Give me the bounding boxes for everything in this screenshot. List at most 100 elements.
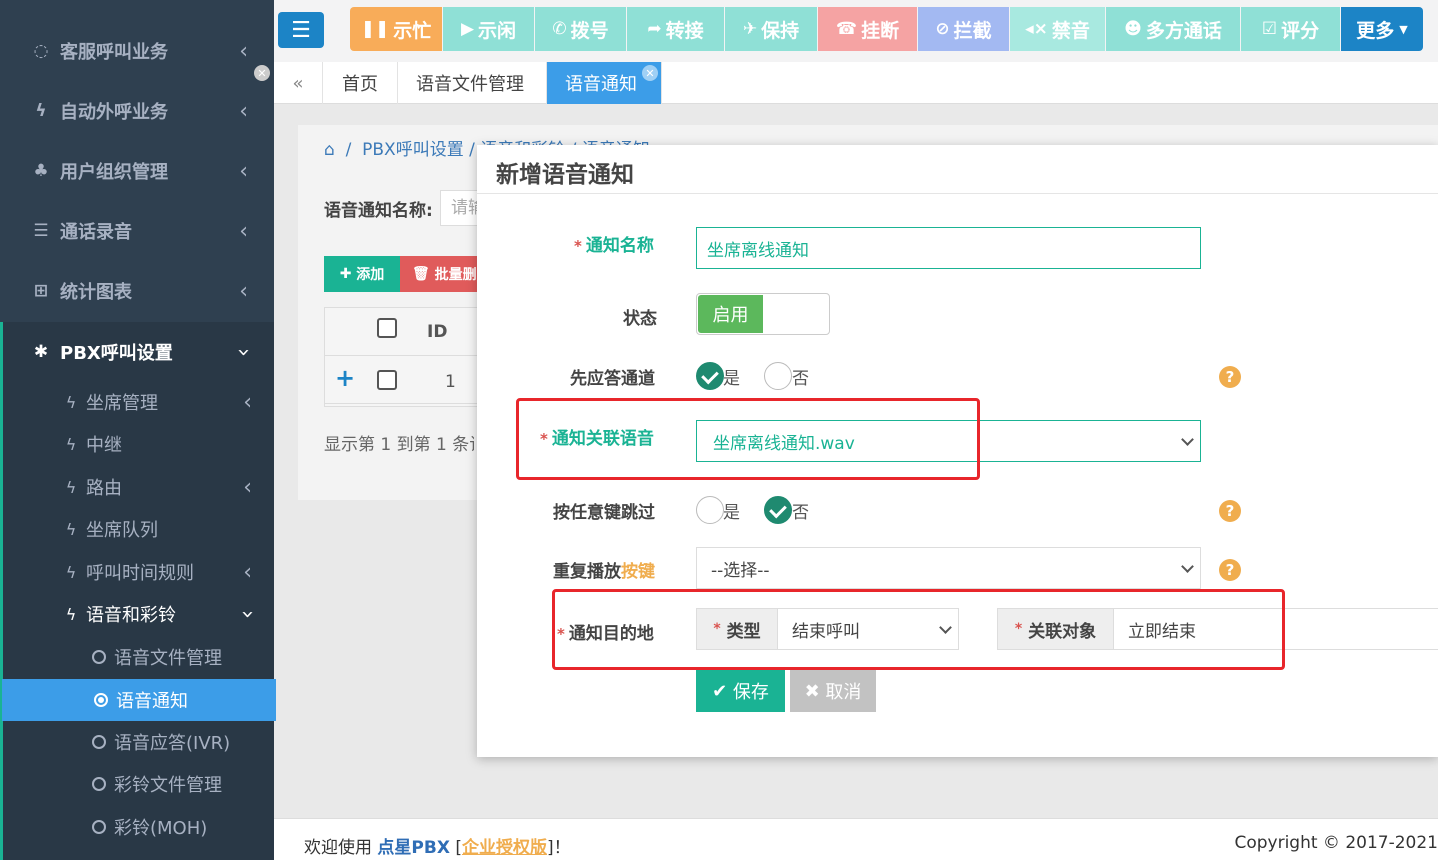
leaf-moh[interactable]: 彩铃(MOH)	[0, 806, 274, 848]
menu-toggle-button[interactable]: ☰	[278, 12, 324, 48]
early-answer-label: 先应答通道	[570, 369, 655, 389]
menu-item-customer-service[interactable]: ◌ 客服呼叫业务 ‹	[0, 21, 274, 81]
idle-button[interactable]: ▶ 示闲	[443, 7, 534, 51]
chevron-left-icon: ‹	[243, 474, 252, 500]
trash-icon: 🗑	[412, 266, 430, 282]
expand-icon[interactable]: +	[335, 364, 355, 392]
users-icon: ☻	[1124, 19, 1142, 39]
ring-icon: ◌	[33, 41, 49, 61]
button-label: 保存	[732, 682, 769, 703]
filter-label: 语音通知名称:	[324, 201, 433, 221]
batch-delete-button[interactable]: 🗑 批量删除	[400, 256, 480, 292]
sub-label: 坐席队列	[86, 520, 158, 541]
button-label: 拦截	[953, 19, 992, 42]
sub-item-voice-ringtone[interactable]: ϟ 语音和彩铃 ‹	[0, 593, 274, 635]
table-icon: ⊞	[33, 281, 49, 301]
leaf-voice-files[interactable]: 语音文件管理	[0, 636, 274, 678]
more-button[interactable]: 更多 ▼	[1341, 7, 1423, 51]
home-icon[interactable]: ⌂	[324, 140, 335, 160]
button-label: 示闲	[478, 19, 517, 42]
ban-icon: ⊘	[935, 19, 950, 39]
status-label: 状态	[623, 309, 657, 329]
row-checkbox[interactable]	[377, 370, 397, 390]
menu-item-user-org[interactable]: ♣ 用户组织管理 ‹	[0, 141, 274, 201]
circle-icon	[92, 777, 106, 791]
footer-prefix: 欢迎使用	[304, 838, 378, 858]
leaf-label: 语音文件管理	[114, 648, 222, 669]
early-answer-yes-text: 是	[723, 369, 740, 389]
cancel-button[interactable]: ✖ 取消	[790, 670, 876, 712]
status-toggle[interactable]: 启用	[696, 293, 830, 335]
menu-item-recordings[interactable]: ☰ 通话录音 ‹	[0, 201, 274, 261]
sub-item-agent[interactable]: ϟ 坐席管理 ‹	[0, 381, 274, 423]
bolt-icon: ϟ	[65, 519, 77, 539]
chevron-left-icon: ‹	[239, 98, 248, 124]
close-icon[interactable]: ✕	[254, 65, 270, 81]
add-button[interactable]: ✚ 添加	[324, 256, 400, 292]
cell-id: 1	[445, 372, 456, 392]
select-all-checkbox[interactable]	[377, 318, 397, 338]
sub-item-queue[interactable]: ϟ 坐席队列	[0, 508, 274, 550]
leaf-ivr[interactable]: 语音应答(IVR)	[0, 721, 274, 763]
check-icon: ✔	[712, 680, 728, 702]
name-input[interactable]: 坐席离线通知	[696, 227, 1201, 269]
footer-brand[interactable]: 点星PBX	[377, 838, 450, 858]
skip-no-radio[interactable]	[764, 496, 792, 524]
dialog-divider	[477, 193, 1438, 194]
share-icon: ➦	[647, 19, 662, 39]
sub-item-route[interactable]: ϟ 路由 ‹	[0, 466, 274, 508]
button-label: 评分	[1281, 19, 1320, 42]
chevron-down-icon: ‹	[235, 609, 261, 619]
busy-button[interactable]: ❚❚ 示忙	[350, 7, 442, 51]
repeat-label-key: 按键	[621, 562, 655, 582]
sub-label: 路由	[86, 478, 122, 499]
early-answer-no-radio[interactable]	[764, 362, 792, 390]
footer: 欢迎使用 点星PBX [企业授权版]！ Copyright © 2017-202…	[274, 818, 1438, 860]
transfer-button[interactable]: ➦ 转接	[627, 7, 724, 51]
tab-voice-notice[interactable]: 语音通知 ✕	[547, 62, 662, 104]
table-header-row: ID	[325, 308, 485, 356]
repeat-label: 重复播放按键	[553, 557, 655, 582]
tab-voice-files[interactable]: 语音文件管理 ✕	[254, 62, 547, 104]
menu-label: PBX呼叫设置	[60, 343, 173, 364]
question-icon[interactable]: ?	[1219, 366, 1241, 388]
bolt-icon: ϟ	[65, 477, 77, 497]
intercept-button[interactable]: ⊘ 拦截	[918, 7, 1009, 51]
caret-down-icon: ▼	[1399, 22, 1408, 36]
tabs-back-button[interactable]: «	[274, 62, 323, 104]
asterisk-icon: ✱	[33, 342, 49, 362]
sub-item-trunk[interactable]: ϟ 中继	[0, 423, 274, 465]
repeat-key-select[interactable]: --选择--	[696, 547, 1201, 589]
early-answer-yes-radio[interactable]	[696, 362, 724, 390]
repeat-select-value: --选择--	[711, 560, 770, 581]
leaf-voice-notice[interactable]: 语音通知	[2, 679, 276, 721]
sub-label: 坐席管理	[86, 393, 158, 414]
menu-item-pbx[interactable]: ✱ PBX呼叫设置 ‹	[0, 322, 274, 382]
question-icon[interactable]: ?	[1219, 559, 1241, 581]
leaf-label: 彩铃文件管理	[114, 775, 222, 796]
sub-label: 中继	[86, 435, 122, 456]
hangup-button[interactable]: ☎ 挂断	[818, 7, 917, 51]
question-icon[interactable]: ?	[1219, 500, 1241, 522]
rate-button[interactable]: ☑ 评分	[1241, 7, 1340, 51]
pause-icon: ❚❚	[360, 19, 390, 39]
close-icon[interactable]: ✕	[642, 65, 658, 81]
menu-label: 自动外呼业务	[60, 102, 168, 123]
mute-button[interactable]: ◂× 禁音	[1010, 7, 1105, 51]
footer-edition[interactable]: 企业授权版	[462, 838, 547, 858]
tab-label: 语音文件管理	[416, 74, 524, 95]
tab-home[interactable]: 首页	[323, 62, 398, 104]
dial-button[interactable]: ✆ 拨号	[535, 7, 626, 51]
button-label: 保持	[761, 19, 800, 42]
tabs-row: « 首页 语音文件管理 ✕ 语音通知 ✕	[254, 62, 1438, 104]
sub-item-time-rules[interactable]: ϟ 呼叫时间规则 ‹	[0, 551, 274, 593]
save-button[interactable]: ✔ 保存	[696, 670, 785, 712]
menu-item-stats[interactable]: ⊞ 统计图表 ‹	[0, 261, 274, 321]
hold-button[interactable]: ✈ 保持	[725, 7, 817, 51]
skip-yes-radio[interactable]	[696, 496, 724, 524]
conference-button[interactable]: ☻ 多方通话	[1106, 7, 1240, 51]
table-row: + 1	[325, 356, 485, 404]
leaf-ringtone-files[interactable]: 彩铃文件管理	[0, 763, 274, 805]
menu-item-auto-outbound[interactable]: ϟ 自动外呼业务 ‹	[0, 81, 274, 141]
leaf-label: 语音通知	[116, 691, 188, 712]
